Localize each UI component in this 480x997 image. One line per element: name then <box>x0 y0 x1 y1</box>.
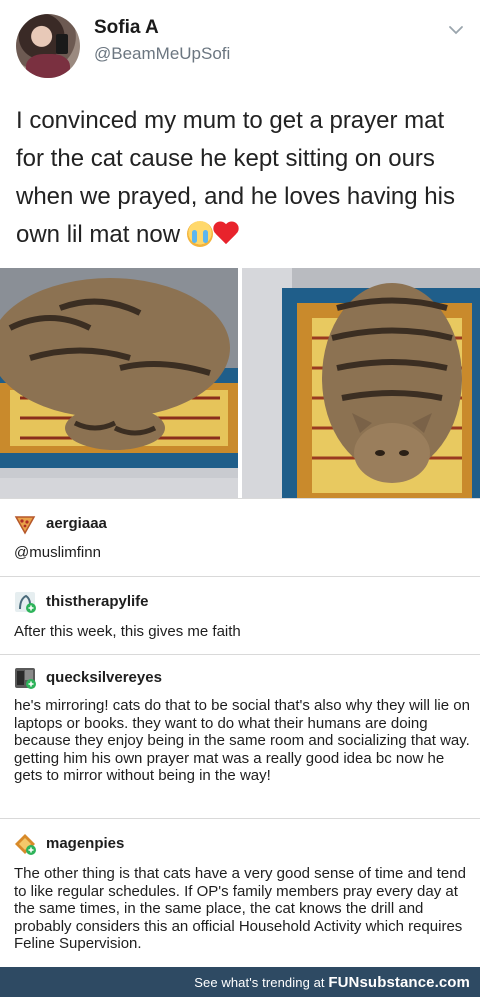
footer-brand[interactable]: FUNsubstance.com <box>328 974 470 991</box>
tweet-photos <box>0 268 480 498</box>
note-username[interactable]: aergiaaa <box>46 515 107 532</box>
note-body: After this week, this gives me faith <box>14 623 241 640</box>
cat-photo-right[interactable] <box>242 268 480 498</box>
cat-photo-left[interactable] <box>0 268 238 498</box>
note-body: he's mirroring! cats do that to be socia… <box>14 697 470 785</box>
tweet-card: Sofia A @BeamMeUpSofi I convinced my mum… <box>0 0 480 268</box>
note-aergiaaa: aergiaaa @muslimfinn <box>0 498 480 576</box>
note-username[interactable]: thistherapylife <box>46 593 149 610</box>
note-magenpies: magenpies The other thing is that cats h… <box>0 818 480 967</box>
note-body: The other thing is that cats have a very… <box>14 865 466 953</box>
avatar-quecksilvereyes-icon[interactable] <box>14 667 36 689</box>
note-thistherapylife: thistherapylife After this week, this gi… <box>0 576 480 654</box>
note-quecksilvereyes: quecksilvereyes he's mirroring! cats do … <box>0 654 480 818</box>
tweet-author-name[interactable]: Sofia A <box>94 17 159 39</box>
note-username[interactable]: magenpies <box>46 835 124 852</box>
footer-promo-text: See what's trending at <box>194 975 329 990</box>
pizza-slice-icon[interactable] <box>14 513 36 535</box>
chevron-down-icon[interactable] <box>448 22 464 38</box>
tweet-author-handle[interactable]: @BeamMeUpSofi <box>94 44 230 64</box>
site-footer-banner[interactable]: See what's trending at FUNsubstance.com <box>0 967 480 997</box>
avatar-therapy-icon[interactable] <box>14 591 36 613</box>
tweet-text: I convinced my mum to get a prayer mat f… <box>16 102 471 254</box>
footer-promo[interactable]: See what's trending at FUNsubstance.com <box>194 974 470 991</box>
avatar[interactable] <box>16 14 80 78</box>
crying-face-emoji <box>186 221 213 247</box>
avatar-magenpies-icon[interactable] <box>14 833 36 855</box>
note-username[interactable]: quecksilvereyes <box>46 669 162 686</box>
note-body: @muslimfinn <box>14 544 101 561</box>
red-heart-emoji <box>213 222 239 246</box>
